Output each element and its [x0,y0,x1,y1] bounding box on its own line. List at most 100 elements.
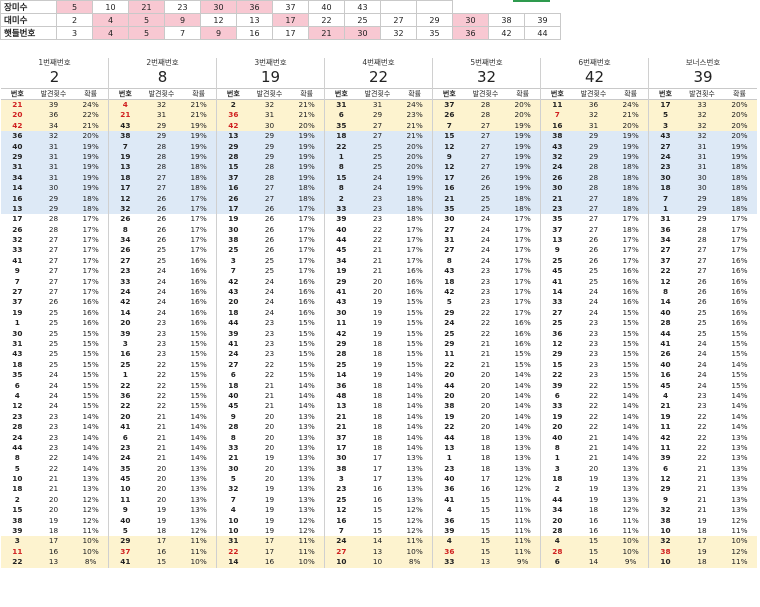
cell-count[interactable]: 26 [574,256,614,266]
cell-prob[interactable]: 19% [73,162,108,172]
cell-number[interactable]: 38 [217,235,250,245]
cell-number[interactable]: 33 [217,443,250,453]
cell-number[interactable]: 39 [433,526,466,536]
cell-count[interactable]: 23 [682,401,722,411]
cell-number[interactable]: 36 [541,329,574,339]
cell-count[interactable]: 22 [142,381,182,391]
cell-number[interactable]: 32 [649,536,682,546]
cell-number[interactable]: 35 [109,464,142,474]
cell-prob[interactable]: 13% [289,464,324,474]
summary-cell[interactable]: 43 [344,0,381,14]
cell-count[interactable]: 19 [250,484,290,494]
cell-prob[interactable]: 18% [613,173,648,183]
cell-count[interactable]: 21 [682,495,722,505]
cell-prob[interactable]: 14% [613,433,648,443]
cell-number[interactable]: 35 [541,214,574,224]
cell-count[interactable]: 24 [682,339,722,349]
cell-number[interactable]: 40 [217,391,250,401]
summary-cell[interactable] [525,1,561,14]
cell-number[interactable]: 21 [433,194,466,204]
cell-number[interactable]: 16 [649,370,682,380]
cell-number[interactable]: 19 [541,412,574,422]
cell-number[interactable]: 31 [1,162,34,172]
cell-prob[interactable]: 17% [613,214,648,224]
cell-number[interactable]: 8 [217,433,250,443]
cell-prob[interactable]: 13% [505,453,540,463]
cell-number[interactable]: 25 [217,245,250,255]
cell-prob[interactable]: 14% [722,391,757,401]
cell-number[interactable]: 43 [325,297,358,307]
cell-prob[interactable]: 16% [613,287,648,297]
cell-number[interactable]: 4 [1,391,34,401]
cell-count[interactable]: 28 [574,162,614,172]
column-value[interactable]: 39 [649,68,757,87]
cell-prob[interactable]: 14% [181,443,216,453]
cell-prob[interactable]: 11% [289,547,324,557]
cell-prob[interactable]: 17% [73,287,108,297]
cell-number[interactable]: 18 [217,381,250,391]
cell-count[interactable]: 23 [574,370,614,380]
cell-count[interactable]: 23 [466,277,506,287]
cell-prob[interactable]: 17% [181,225,216,235]
cell-count[interactable]: 23 [466,297,506,307]
cell-prob[interactable]: 15% [722,339,757,349]
cell-count[interactable]: 21 [466,339,506,349]
cell-count[interactable]: 27 [358,131,398,141]
cell-count[interactable]: 19 [682,547,722,557]
cell-number[interactable]: 13 [217,131,250,141]
cell-count[interactable]: 15 [358,516,398,526]
cell-count[interactable]: 24 [358,173,398,183]
cell-count[interactable]: 32 [682,121,722,131]
cell-prob[interactable]: 19% [289,162,324,172]
cell-count[interactable]: 18 [682,526,722,536]
summary-cell[interactable]: 27 [380,13,417,27]
cell-number[interactable]: 9 [109,505,142,515]
cell-number[interactable]: 41 [109,557,142,567]
cell-prob[interactable]: 11% [505,516,540,526]
cell-prob[interactable]: 19% [505,152,540,162]
cell-count[interactable]: 24 [466,235,506,245]
cell-number[interactable]: 13 [541,235,574,245]
cell-count[interactable]: 20 [466,381,506,391]
summary-cell[interactable]: 4 [92,13,129,27]
cell-count[interactable]: 25 [34,318,74,328]
cell-count[interactable]: 32 [250,100,290,110]
cell-prob[interactable]: 11% [397,536,432,546]
cell-prob[interactable]: 18% [722,183,757,193]
cell-number[interactable]: 18 [433,277,466,287]
cell-prob[interactable]: 17% [289,245,324,255]
cell-number[interactable]: 44 [433,433,466,443]
cell-prob[interactable]: 10% [181,557,216,567]
cell-count[interactable]: 20 [250,422,290,432]
cell-count[interactable]: 24 [682,349,722,359]
cell-number[interactable]: 11 [1,547,34,557]
column-title[interactable]: 2번째번호 [109,58,216,68]
cell-prob[interactable]: 13% [505,433,540,443]
summary-cell[interactable]: 25 [344,13,381,27]
cell-number[interactable]: 14 [649,297,682,307]
cell-prob[interactable]: 21% [181,110,216,120]
cell-count[interactable]: 25 [682,329,722,339]
cell-count[interactable]: 27 [466,162,506,172]
cell-prob[interactable]: 15% [397,339,432,349]
subheader-num[interactable]: 번호 [541,89,574,99]
cell-prob[interactable]: 12% [73,516,108,526]
cell-count[interactable]: 23 [574,349,614,359]
cell-count[interactable]: 22 [250,360,290,370]
cell-number[interactable]: 11 [325,318,358,328]
cell-number[interactable]: 27 [109,256,142,266]
cell-prob[interactable]: 17% [505,245,540,255]
cell-number[interactable]: 1 [1,318,34,328]
cell-prob[interactable]: 20% [73,131,108,141]
cell-prob[interactable]: 17% [73,225,108,235]
cell-prob[interactable]: 18% [505,194,540,204]
cell-prob[interactable]: 14% [613,412,648,422]
cell-count[interactable]: 20 [466,391,506,401]
cell-prob[interactable]: 13% [73,484,108,494]
cell-prob[interactable]: 17% [289,204,324,214]
cell-count[interactable]: 26 [250,204,290,214]
cell-count[interactable]: 31 [358,100,398,110]
cell-count[interactable]: 29 [250,152,290,162]
cell-prob[interactable]: 19% [289,142,324,152]
cell-count[interactable]: 20 [250,412,290,422]
